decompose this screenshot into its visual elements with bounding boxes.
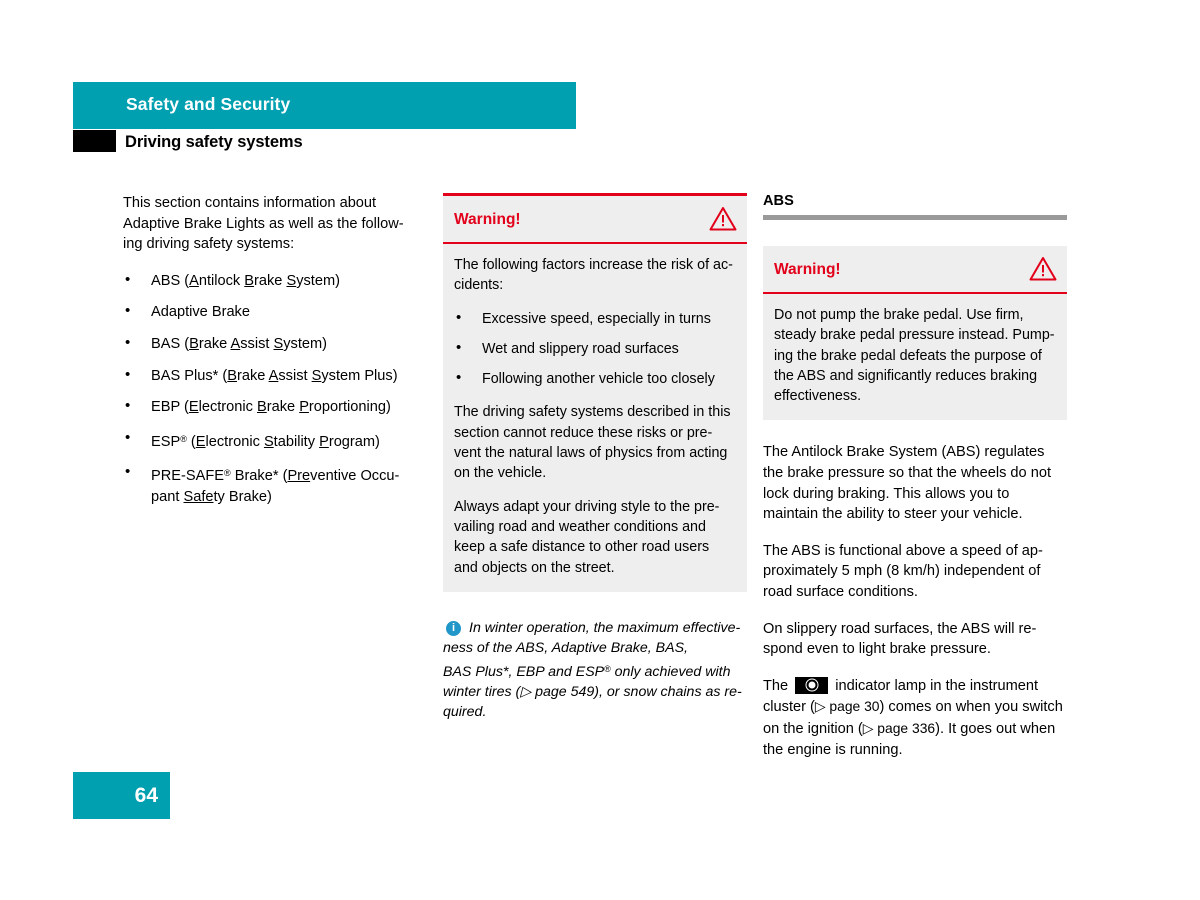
note-line-3-a: BAS Plus*, EBP and ESP <box>443 663 605 680</box>
abs-section-heading: ABS <box>763 193 794 209</box>
risk-factors-list: Excessive speed, especially in turns Wet… <box>454 308 736 390</box>
list-item: BAS (Brake Assist System) <box>123 333 419 355</box>
note-line-4: winter tires (▷ page 549), or snow chain… <box>443 682 747 702</box>
abs-paragraph-3: On slippery road surfaces, the ABS will … <box>763 620 1037 658</box>
abs-paragraph-1: The Antilock Brake System (ABS) regulate… <box>763 444 1051 523</box>
list-item: ESP® (Electronic Stability Program) <box>123 428 419 453</box>
note-line-5: quired. <box>443 704 487 721</box>
note-line-2: ness of the ABS, Adaptive Brake, BAS, <box>443 640 688 657</box>
list-item: EBP (Electronic Brake Proportioning) <box>123 396 419 418</box>
info-icon: i <box>446 620 461 636</box>
section-divider <box>763 215 1067 220</box>
list-item: Excessive speed, especially in turns <box>454 308 736 329</box>
abs-indicator-lamp-icon <box>795 676 829 694</box>
warning-title: Warning! <box>774 261 841 278</box>
warning-box-abs: Warning! Do not pump the brake pedal. Us… <box>763 246 1067 421</box>
warning-box-header: Warning! <box>763 246 1067 292</box>
list-item: ABS (Antilock Brake System) <box>123 270 419 292</box>
abs-paragraph-2: The ABS is functional above a speed of a… <box>763 542 1043 601</box>
left-column: This section contains information about … <box>123 193 419 519</box>
lamp-text-before: The <box>763 677 793 694</box>
warning-paragraph-2: Always adapt your driving style to the p… <box>454 498 720 576</box>
list-item: PRE-SAFE® Brake* (Preventive Occu-pant S… <box>123 462 419 507</box>
note-line-1: In winter operation, the maximum effecti… <box>469 619 741 636</box>
warning-box-general: Warning! The following factors increase … <box>443 193 747 592</box>
list-item: BAS Plus* (Brake Assist System Plus) <box>123 365 419 387</box>
note-line-4-a: winter tires ( <box>443 684 521 701</box>
abs-lamp-paragraph: The indicator lamp in the instrument clu… <box>763 676 1067 760</box>
note-line-3: BAS Plus*, EBP and ESP® only achieved wi… <box>443 663 731 680</box>
section-title: Safety and Security <box>126 94 291 114</box>
list-item: Following another vehicle too closely <box>454 368 736 389</box>
section-header-band: Safety and Security <box>73 82 576 129</box>
page-number: 64 <box>134 784 158 807</box>
right-column: ABS Warning! Do not pump the brake pedal… <box>763 193 1067 760</box>
warning-triangle-icon <box>1029 257 1057 281</box>
intro-paragraph: This section contains information about … <box>123 195 404 253</box>
subsection-title: Driving safety systems <box>125 133 303 151</box>
page-number-box: 64 <box>73 772 170 819</box>
list-item: Adaptive Brake <box>123 301 419 323</box>
driving-safety-systems-list: ABS (Antilock Brake System) Adaptive Bra… <box>123 270 419 508</box>
warning-title: Warning! <box>454 211 521 228</box>
subsection-marker <box>73 130 116 152</box>
warning-body: The following factors increase the risk … <box>443 244 747 592</box>
warning-text: Do not pump the brake pedal. Use firm, s… <box>774 307 1055 405</box>
note-line-3-b: only achieved with <box>610 663 731 680</box>
middle-column: Warning! The following factors increase … <box>443 193 747 723</box>
warning-paragraph-1: The driving safety systems described in … <box>454 404 731 482</box>
winter-operation-note: i In winter operation, the maximum effec… <box>443 618 747 723</box>
list-item: Wet and slippery road surfaces <box>454 338 736 359</box>
warning-intro: The following factors increase the risk … <box>454 257 733 294</box>
warning-triangle-icon <box>709 207 737 231</box>
warning-body: Do not pump the brake pedal. Use firm, s… <box>763 294 1067 420</box>
page-reference[interactable]: ▷ page 549 <box>520 684 594 700</box>
note-line-4-b: ), or snow chains as re- <box>594 684 742 701</box>
warning-box-header: Warning! <box>443 196 747 242</box>
page-reference[interactable]: ▷ page 30 <box>815 698 880 714</box>
page-reference[interactable]: ▷ page 336 <box>863 720 935 736</box>
